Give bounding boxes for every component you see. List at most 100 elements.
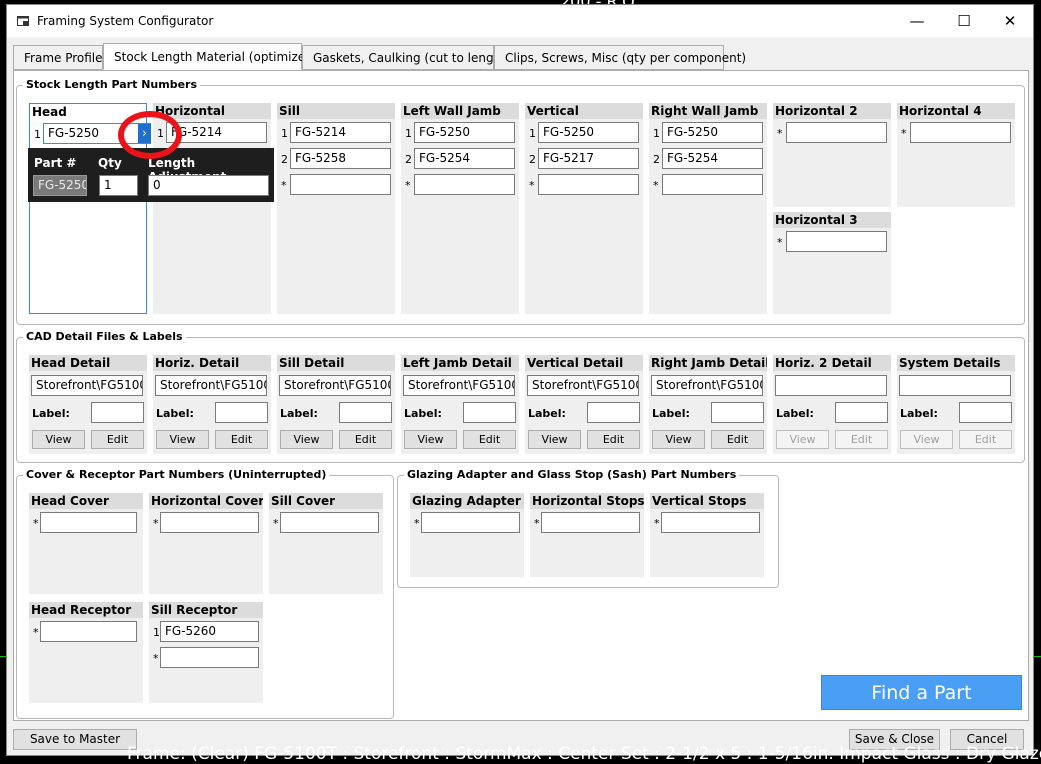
annotation-circle (118, 111, 182, 159)
row-number: 1 (529, 127, 536, 140)
group-title: Cover & Receptor Part Numbers (Uninterru… (23, 468, 330, 481)
cad-file-field[interactable]: Storefront\FG5100T (31, 375, 143, 396)
part-number-field[interactable] (290, 174, 391, 195)
glazing-group: Glazing Adapter and Glass Stop (Sash) Pa… (397, 468, 779, 588)
part-number-field[interactable] (414, 174, 515, 195)
cad-label-field[interactable] (711, 402, 764, 423)
part-number-field[interactable] (910, 122, 1011, 143)
row-number: * (777, 236, 783, 249)
column-header: Left Jamb Detail (401, 355, 519, 371)
tab-gaskets-caulking[interactable]: Gaskets, Caulking (cut to length) (302, 45, 511, 70)
cad-file-field[interactable]: Storefront\FG5100T (155, 375, 267, 396)
part-number-field[interactable] (421, 512, 520, 533)
part-number-field[interactable]: FG-5254 (662, 148, 763, 169)
part-number-field[interactable] (661, 512, 760, 533)
cad-label-field[interactable] (587, 402, 640, 423)
part-number-field[interactable] (541, 512, 640, 533)
part-number-field[interactable]: FG-5250 (414, 122, 515, 143)
close-button[interactable]: ✕ (987, 5, 1033, 37)
cad-label-field[interactable] (215, 402, 268, 423)
part-number-field[interactable]: FG-5254 (414, 148, 515, 169)
row-number: * (33, 626, 39, 639)
view-button[interactable]: View (404, 430, 457, 449)
column-header: Vertical (525, 103, 643, 119)
edit-button[interactable]: Edit (711, 430, 764, 449)
part-number-field[interactable] (160, 647, 259, 668)
group-title: Stock Length Part Numbers (23, 78, 201, 91)
cad-label-field[interactable] (463, 402, 516, 423)
cad-column: Horiz. Detail Storefront\FG5100T Label: Vie… (153, 355, 271, 454)
cad-column: Right Jamb Detail Storefront\FG5100T Label… (649, 355, 767, 454)
view-button[interactable]: View (156, 430, 209, 449)
find-part-button[interactable]: Find a Part (821, 675, 1022, 710)
cover-receptor-group: Cover & Receptor Part Numbers (Uninterru… (16, 468, 394, 719)
edit-button[interactable]: Edit (959, 430, 1012, 449)
background-caption-bottom: Frame: (Clear) FG-5100T : Storefront : S… (127, 744, 1041, 764)
column-header: Right Wall Jamb (649, 103, 767, 119)
tab-frame-profile[interactable]: Frame Profile (13, 45, 103, 70)
part-number-field[interactable] (662, 174, 763, 195)
cad-column: System Details Label: View Edit (897, 355, 1015, 454)
glazing-column-glazing-adapter: Glazing Adapter * (410, 493, 524, 577)
popup-length-adjustment-field[interactable]: 0 (148, 175, 269, 196)
edit-button[interactable]: Edit (91, 430, 144, 449)
part-number-field[interactable] (786, 231, 887, 252)
edit-button[interactable]: Edit (835, 430, 888, 449)
tab-clips-screws-misc[interactable]: Clips, Screws, Misc (qty per component) (494, 45, 746, 70)
minimize-button[interactable]: — (894, 5, 940, 37)
stock-column-left-wall-jamb: Left Wall Jamb 1 FG-5250 2 FG-5254 * (401, 103, 519, 314)
cad-label-field[interactable] (339, 402, 392, 423)
column-header: Sill (277, 103, 395, 119)
part-number-field[interactable] (280, 512, 379, 533)
cad-label-field[interactable] (835, 402, 888, 423)
glazing-column-vertical-stops: Vertical Stops * (650, 493, 764, 577)
part-number-field[interactable] (40, 512, 137, 533)
part-number-field[interactable]: FG-5250 (538, 122, 639, 143)
cad-file-field[interactable]: Storefront\FG5100T (279, 375, 391, 396)
part-number-field[interactable]: FG-5214 (290, 122, 391, 143)
cad-file-field[interactable]: Storefront\FG5100T (651, 375, 763, 396)
view-button[interactable]: View (280, 430, 333, 449)
cad-file-field[interactable] (775, 375, 887, 396)
label-caption: Label: (528, 407, 566, 420)
label-caption: Label: (32, 407, 70, 420)
cad-column: Horiz. 2 Detail Label: View Edit (773, 355, 891, 454)
view-button[interactable]: View (900, 430, 953, 449)
edit-button[interactable]: Edit (587, 430, 640, 449)
view-button[interactable]: View (776, 430, 829, 449)
cover-column-head-receptor: Head Receptor * (29, 602, 143, 703)
cad-file-field[interactable] (899, 375, 1011, 396)
save-to-master-button[interactable]: Save to Master (13, 729, 137, 750)
view-button[interactable]: View (32, 430, 85, 449)
label-caption: Label: (280, 407, 318, 420)
cad-detail-group: CAD Detail Files & Labels Head Detail Sto… (16, 330, 1025, 463)
edit-button[interactable]: Edit (463, 430, 516, 449)
part-number-field[interactable]: FG-5217 (538, 148, 639, 169)
row-number: * (33, 517, 39, 530)
cad-label-field[interactable] (91, 402, 144, 423)
row-number: 1 (281, 127, 288, 140)
part-number-field[interactable] (160, 512, 259, 533)
tab-stock-length-material[interactable]: Stock Length Material (optimized) (103, 43, 317, 70)
cad-file-field[interactable]: Storefront\FG5100T (527, 375, 639, 396)
view-button[interactable]: View (528, 430, 581, 449)
column-header: Vertical Detail (525, 355, 643, 371)
cad-file-field[interactable]: Storefront\FG5100T (403, 375, 515, 396)
popup-qty-field[interactable]: 1 (99, 175, 138, 196)
part-number-field[interactable] (786, 122, 887, 143)
edit-button[interactable]: Edit (215, 430, 268, 449)
row-number: * (405, 179, 411, 192)
part-number-field[interactable]: FG-5258 (290, 148, 391, 169)
row-number: 2 (405, 153, 412, 166)
row-number: 2 (653, 153, 660, 166)
maximize-button[interactable]: ☐ (941, 5, 987, 37)
part-number-field[interactable] (40, 621, 137, 642)
part-number-field[interactable] (538, 174, 639, 195)
view-button[interactable]: View (652, 430, 705, 449)
part-number-field[interactable]: FG-5260 (160, 621, 259, 642)
edit-button[interactable]: Edit (339, 430, 392, 449)
cad-label-field[interactable] (959, 402, 1012, 423)
popup-part-field: FG-5250 (33, 175, 87, 196)
row-number: * (281, 179, 287, 192)
part-number-field[interactable]: FG-5250 (662, 122, 763, 143)
